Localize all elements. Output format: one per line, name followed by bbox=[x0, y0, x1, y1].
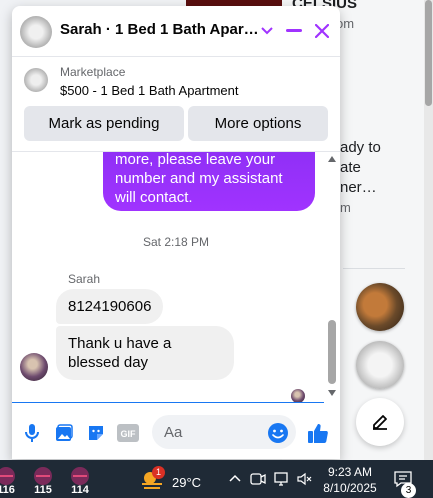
composer: GIF bbox=[12, 411, 340, 455]
svg-text:GIF: GIF bbox=[121, 429, 137, 439]
background-snippet: ady to ate ner… bbox=[340, 139, 381, 196]
divider bbox=[343, 268, 405, 269]
taskbar: 116 115 114 1 29°C 9:23 AM 8/10/2025 3 bbox=[0, 460, 433, 498]
sticker-icon[interactable] bbox=[84, 421, 108, 445]
chat-head-avatar[interactable] bbox=[356, 283, 404, 331]
scroll-up-arrow[interactable] bbox=[328, 156, 336, 162]
sender-name: Sarah bbox=[68, 272, 101, 286]
taskbar-badge-count: 115 bbox=[34, 484, 52, 496]
incoming-message: 8124190606 bbox=[56, 289, 164, 324]
background-fragment-m: m bbox=[340, 200, 351, 215]
message-scrollbar[interactable] bbox=[326, 152, 338, 402]
chat-title[interactable]: Sarah · 1 Bed 1 Bath Apart... bbox=[60, 21, 260, 38]
weather-alert-badge: 1 bbox=[152, 466, 165, 479]
chevron-up-icon[interactable] bbox=[228, 471, 244, 487]
notification-count-badge: 3 bbox=[401, 483, 416, 498]
chat-header[interactable]: Sarah · 1 Bed 1 Bath Apart... bbox=[12, 6, 340, 57]
compose-icon bbox=[373, 415, 387, 430]
emoji-icon[interactable] bbox=[266, 421, 290, 445]
focus-indicator bbox=[12, 402, 324, 403]
photo-icon[interactable] bbox=[52, 421, 76, 445]
thumbs-up-icon[interactable] bbox=[306, 421, 330, 445]
mark-as-pending-button[interactable]: Mark as pending bbox=[24, 106, 184, 141]
chevron-down-icon[interactable] bbox=[255, 19, 279, 43]
clock-time[interactable]: 9:23 AM bbox=[320, 465, 380, 479]
message-list: more, please leave your number and my as… bbox=[12, 152, 340, 402]
microphone-icon[interactable] bbox=[20, 421, 44, 445]
volume-muted-icon[interactable] bbox=[296, 471, 312, 487]
listing-source: Marketplace bbox=[60, 65, 126, 79]
meet-now-icon[interactable] bbox=[250, 471, 266, 487]
taskbar-app-icon[interactable]: 116 bbox=[0, 466, 20, 496]
temperature[interactable]: 29°C bbox=[172, 475, 201, 490]
page-scrollbar[interactable] bbox=[424, 0, 433, 460]
taskbar-badge-count: 114 bbox=[71, 484, 89, 496]
sender-avatar[interactable] bbox=[20, 353, 48, 381]
contact-avatar[interactable] bbox=[20, 16, 52, 48]
page-scrollbar-thumb[interactable] bbox=[425, 0, 432, 106]
chat-head-avatar[interactable] bbox=[356, 341, 404, 389]
chat-window: Sarah · 1 Bed 1 Bath Apart... Marketplac… bbox=[12, 6, 340, 459]
close-icon[interactable] bbox=[310, 19, 334, 43]
taskbar-app-icon[interactable]: 114 bbox=[66, 466, 94, 496]
clock-date[interactable]: 8/10/2025 bbox=[320, 481, 380, 495]
listing-thumbnail bbox=[24, 68, 48, 92]
taskbar-app-icon[interactable]: 115 bbox=[29, 466, 57, 496]
minimize-icon[interactable] bbox=[282, 19, 306, 43]
scroll-down-arrow[interactable] bbox=[328, 390, 336, 396]
incoming-message: Thank u have a blessed day bbox=[56, 326, 234, 380]
message-timestamp: Sat 2:18 PM bbox=[142, 235, 210, 249]
seen-indicator-avatar bbox=[291, 389, 305, 402]
listing-title[interactable]: $500 - 1 Bed 1 Bath Apartment bbox=[60, 83, 239, 98]
gif-icon[interactable]: GIF bbox=[116, 421, 140, 445]
outgoing-message: more, please leave your number and my as… bbox=[103, 152, 315, 211]
more-options-button[interactable]: More options bbox=[188, 106, 328, 141]
taskbar-badge-count: 116 bbox=[0, 484, 15, 496]
listing-card[interactable]: Marketplace $500 - 1 Bed 1 Bath Apartmen… bbox=[12, 57, 340, 105]
network-icon[interactable] bbox=[273, 471, 289, 487]
new-message-button[interactable] bbox=[356, 398, 404, 446]
message-scrollbar-thumb[interactable] bbox=[328, 320, 336, 384]
